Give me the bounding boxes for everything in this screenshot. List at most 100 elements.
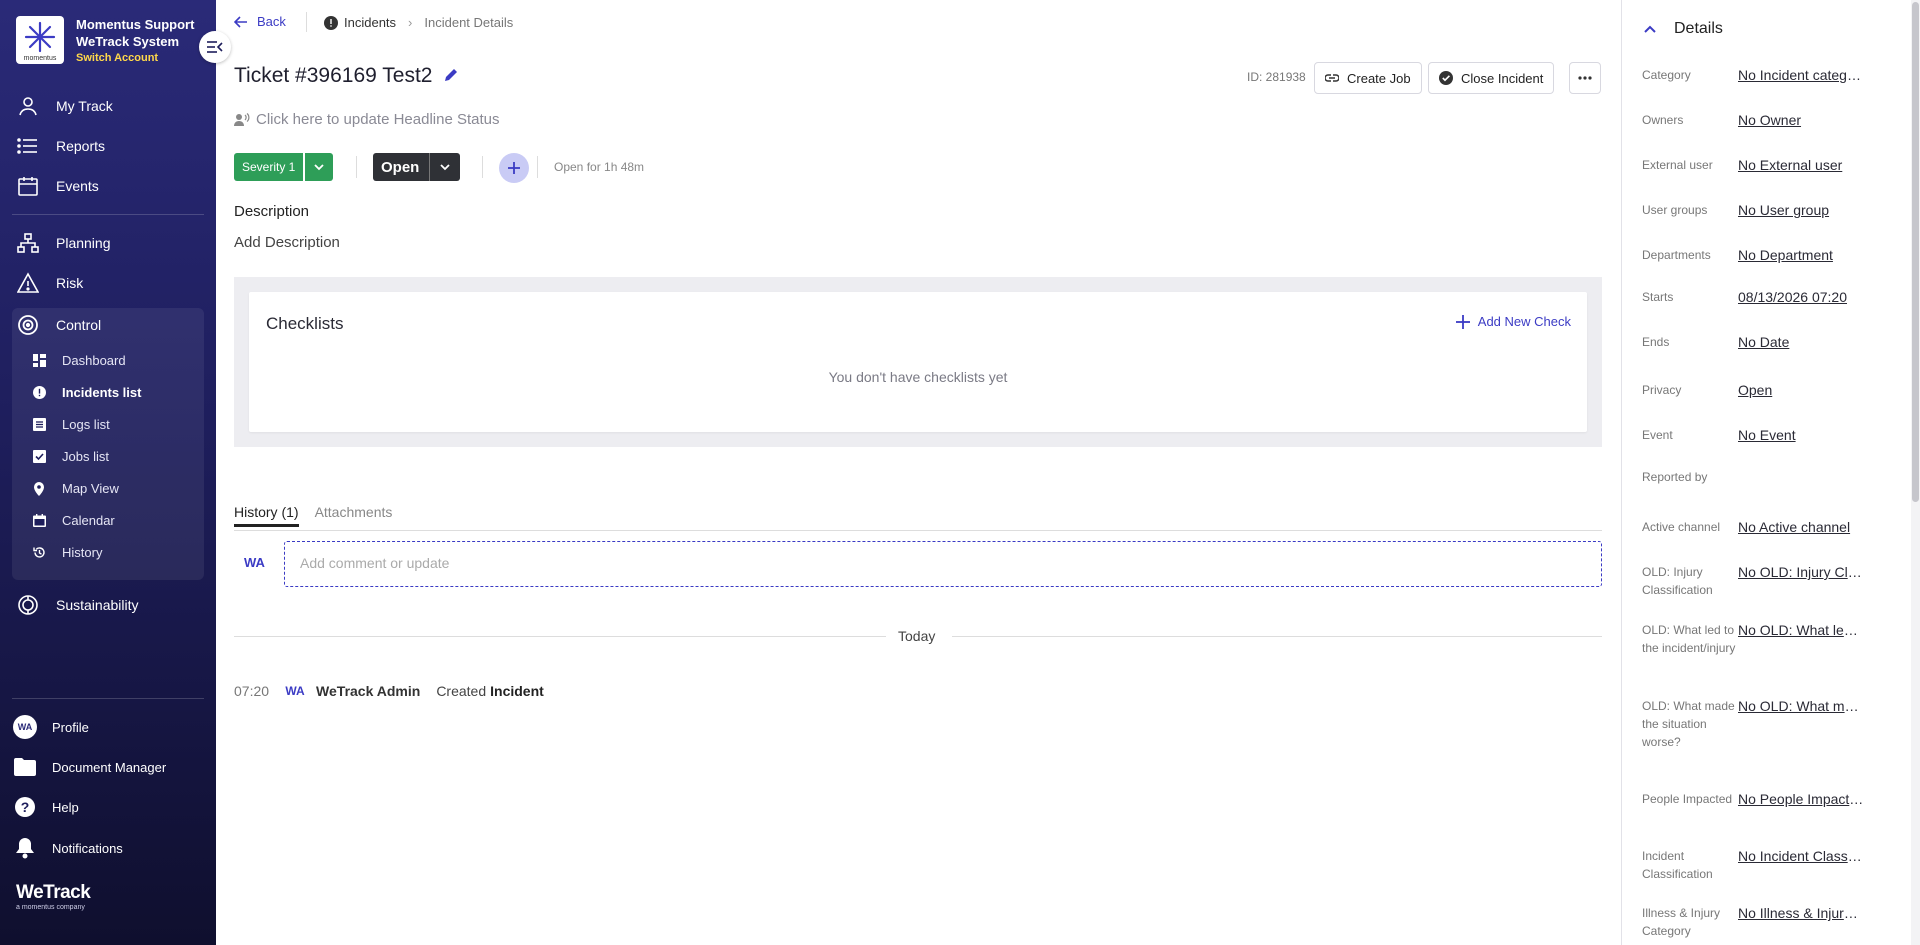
detail-value[interactable]: No OLD: Injury Classification xyxy=(1738,563,1864,599)
detail-row: Event No Event xyxy=(1642,426,1912,444)
detail-row: External user No External user xyxy=(1642,156,1912,174)
nav-my-track[interactable]: My Track xyxy=(16,94,113,118)
history-icon xyxy=(32,546,46,560)
detail-value[interactable]: No Date xyxy=(1738,333,1864,351)
history-action: Created xyxy=(436,683,487,699)
detail-value[interactable]: No User group xyxy=(1738,201,1864,219)
wetrack-logo-name: WeTrack xyxy=(16,882,91,903)
headline-status[interactable]: Click here to update Headline Status xyxy=(234,111,499,128)
detail-row: Category No Incident category xyxy=(1642,66,1912,84)
severity-dropdown[interactable]: Severity 1 xyxy=(234,153,334,181)
back-button[interactable]: Back xyxy=(234,14,286,29)
detail-label: OLD: What made the situation worse? xyxy=(1642,699,1735,749)
sub-nav-logs-list[interactable]: Logs list xyxy=(32,417,110,432)
detail-row: Active channel No Active channel xyxy=(1642,518,1912,536)
detail-row: People Impacted No People Impacted xyxy=(1642,790,1912,808)
add-new-check-label: Add New Check xyxy=(1477,314,1571,329)
collapse-icon xyxy=(207,41,223,53)
status-dropdown[interactable]: Open xyxy=(373,153,461,181)
detail-value[interactable]: No Owner xyxy=(1738,111,1864,129)
sub-nav-jobs-list[interactable]: Jobs list xyxy=(32,449,109,464)
detail-label: Starts xyxy=(1642,290,1674,304)
comment-input[interactable]: Add comment or update xyxy=(284,541,1602,587)
nav-reports[interactable]: Reports xyxy=(16,134,105,158)
sidebar: momentus Momentus Support WeTrack System… xyxy=(0,0,216,945)
detail-value[interactable]: No OLD: What led to the incident/injury xyxy=(1738,621,1864,657)
detail-label: OLD: What led to the incident/injury xyxy=(1642,623,1736,655)
detail-value[interactable]: No Department xyxy=(1738,246,1864,264)
nav-label: Document Manager xyxy=(52,759,167,775)
history-user[interactable]: WeTrack Admin xyxy=(316,683,420,699)
nav-risk[interactable]: Risk xyxy=(16,271,83,295)
open-duration: Open for 1h 48m xyxy=(554,160,645,174)
switch-account-link[interactable]: Switch Account xyxy=(76,50,194,67)
detail-value[interactable]: No Active channel xyxy=(1738,518,1864,536)
detail-row: User groups No User group xyxy=(1642,201,1912,219)
history-object: Incident xyxy=(490,683,544,699)
details-title: Details xyxy=(1674,20,1723,37)
detail-value[interactable]: No External user xyxy=(1738,156,1864,174)
account-switcher[interactable]: momentus Momentus Support WeTrack System… xyxy=(16,16,194,67)
detail-value[interactable]: No OLD: What made the situation worse? xyxy=(1738,697,1864,751)
chevron-up-icon xyxy=(1644,25,1656,33)
add-description-field[interactable]: Add Description xyxy=(234,234,340,251)
wetrack-logo: WeTrack a momentus company xyxy=(16,882,91,911)
add-action-button[interactable] xyxy=(499,153,529,183)
nav-label: Help xyxy=(52,799,79,815)
add-new-check-button[interactable]: Add New Check xyxy=(1455,314,1571,329)
nav-control[interactable]: Control xyxy=(16,313,101,337)
nav-notifications[interactable]: Notifications xyxy=(13,836,123,860)
wetrack-logo-sub: a momentus company xyxy=(16,904,85,911)
sub-nav-incidents-list[interactable]: Incidents list xyxy=(32,385,141,400)
scrollbar[interactable] xyxy=(1911,0,1920,945)
nav-planning[interactable]: Planning xyxy=(16,231,111,255)
create-job-button[interactable]: Create Job xyxy=(1314,62,1422,94)
detail-label: User groups xyxy=(1642,203,1708,217)
target-icon xyxy=(16,313,40,337)
detail-label: Category xyxy=(1642,68,1691,82)
nav-divider xyxy=(12,214,204,215)
divider xyxy=(482,156,483,178)
chevron-down-icon xyxy=(305,153,334,181)
detail-value[interactable]: No Illness & Injury Category xyxy=(1738,904,1864,940)
detail-value[interactable]: Open xyxy=(1738,381,1864,399)
edit-title-button[interactable] xyxy=(444,64,458,88)
nav-sustainability[interactable]: Sustainability xyxy=(16,593,139,617)
detail-value[interactable]: No Incident category xyxy=(1738,66,1864,84)
nav-events[interactable]: Events xyxy=(16,174,99,198)
sub-nav-label: Logs list xyxy=(62,417,110,432)
nav-label: Events xyxy=(56,178,99,194)
detail-value[interactable]: 08/13/2026 07:20 xyxy=(1738,288,1864,306)
nav-help[interactable]: ? Help xyxy=(13,795,79,819)
nav-divider xyxy=(12,698,204,699)
alert-icon xyxy=(324,15,338,30)
nav-profile[interactable]: WA Profile xyxy=(13,715,89,739)
close-incident-button[interactable]: Close Incident xyxy=(1428,62,1555,94)
folder-icon xyxy=(13,755,37,779)
sub-nav-dashboard[interactable]: Dashboard xyxy=(32,353,126,368)
nav-label: Reports xyxy=(56,138,106,154)
detail-row: OLD: What led to the incident/injury No O… xyxy=(1642,621,1912,657)
collapse-sidebar-button[interactable] xyxy=(199,31,231,63)
details-header[interactable]: Details xyxy=(1644,20,1723,38)
calendar-icon xyxy=(32,514,46,528)
tab-attachments[interactable]: Attachments xyxy=(315,504,393,527)
detail-value[interactable]: No Incident Classification xyxy=(1738,847,1864,883)
breadcrumb-incidents-link[interactable]: Incidents xyxy=(344,15,396,30)
sub-nav-calendar[interactable]: Calendar xyxy=(32,513,115,528)
warning-icon xyxy=(16,271,40,295)
sub-nav-map-view[interactable]: Map View xyxy=(32,481,119,496)
sub-nav-label: History xyxy=(62,545,103,560)
sub-nav-history[interactable]: History xyxy=(32,545,102,560)
tabs-divider xyxy=(234,530,1602,531)
control-section xyxy=(12,308,204,580)
more-options-button[interactable] xyxy=(1569,62,1601,94)
divider xyxy=(356,156,357,178)
scrollbar-thumb[interactable] xyxy=(1912,2,1919,502)
help-icon: ? xyxy=(13,795,37,819)
tab-history[interactable]: History (1) xyxy=(234,504,299,527)
detail-value[interactable]: No People Impacted xyxy=(1738,790,1864,808)
detail-value[interactable]: No Event xyxy=(1738,426,1864,444)
nav-document-manager[interactable]: Document Manager xyxy=(13,755,166,779)
detail-label: OLD: Injury Classification xyxy=(1642,565,1713,597)
